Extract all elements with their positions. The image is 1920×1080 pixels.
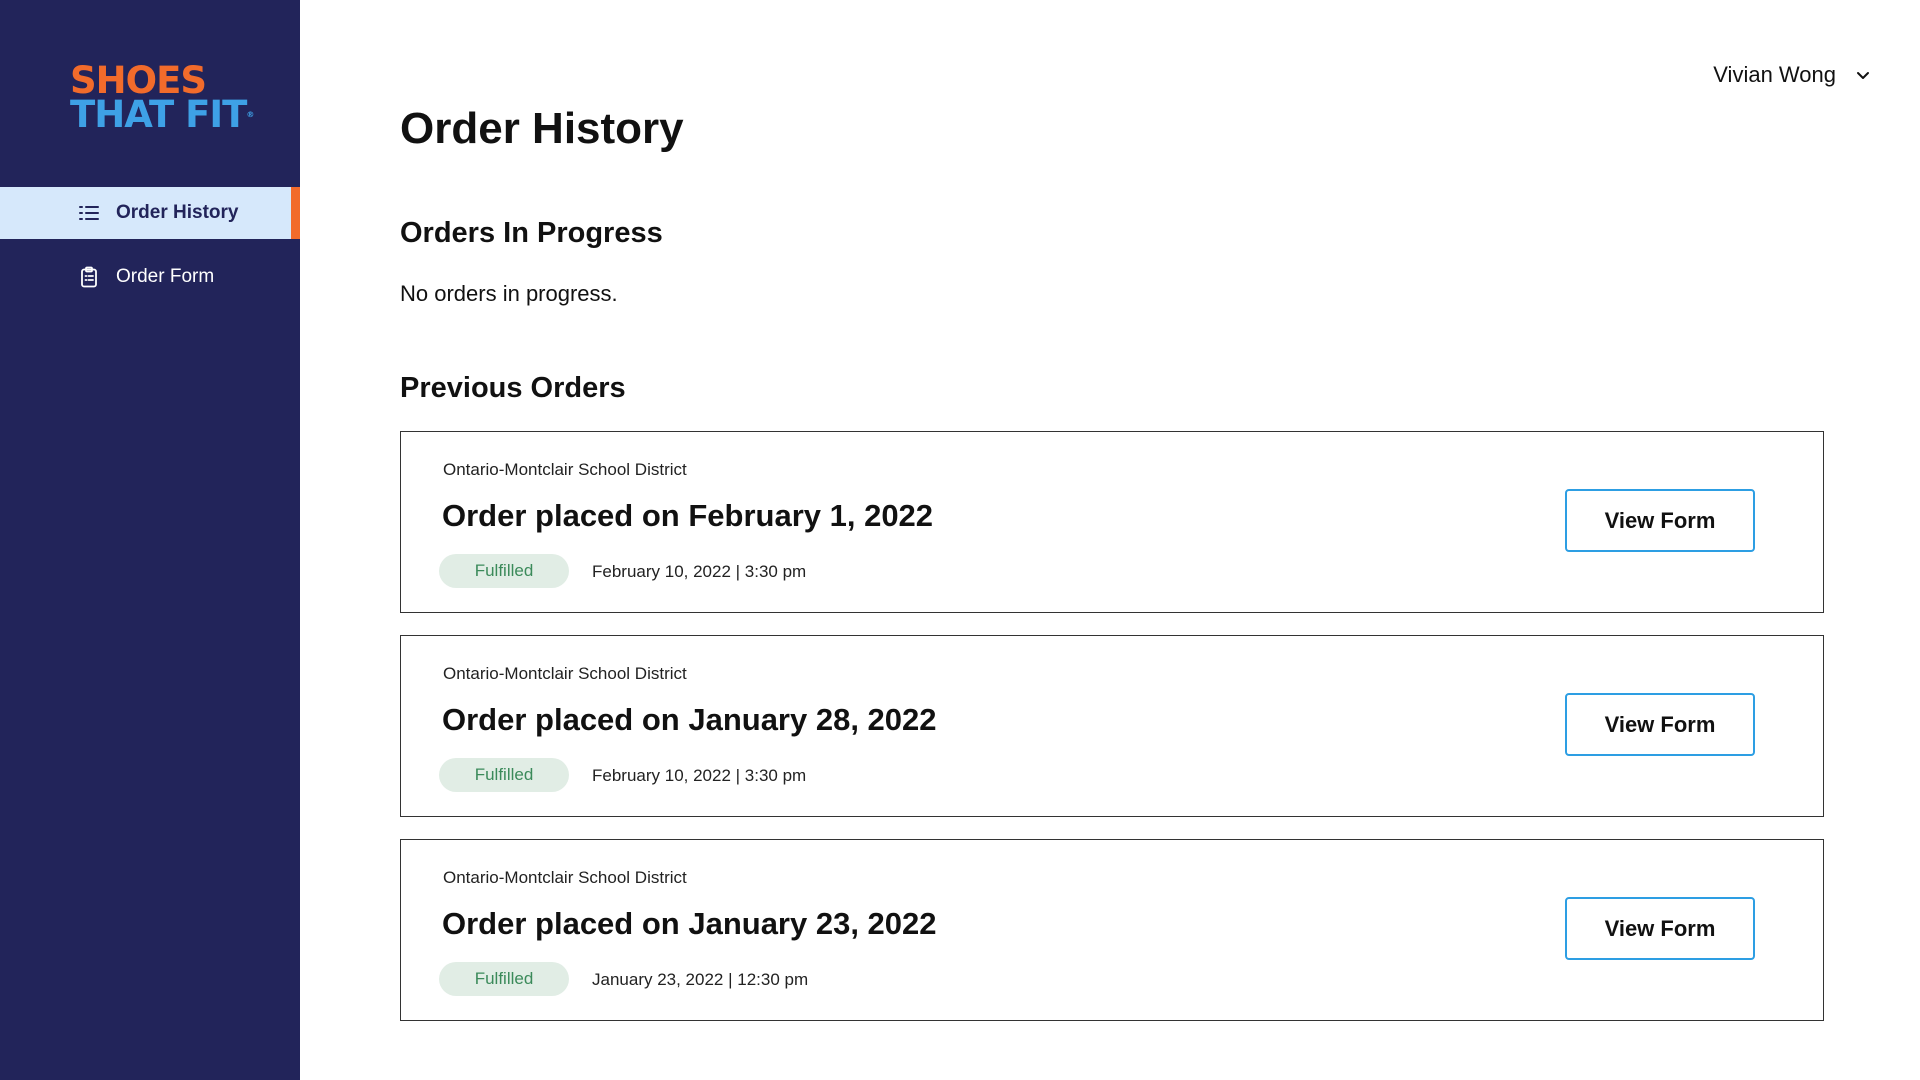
status-badge: Fulfilled: [439, 554, 569, 588]
list-icon: [78, 202, 100, 224]
sidebar-item-label: Order History: [116, 202, 239, 223]
order-title: Order placed on January 28, 2022: [442, 702, 937, 737]
shoes-that-fit-logo[interactable]: SHOES THAT FIT®: [70, 62, 254, 136]
view-form-button[interactable]: View Form: [1565, 489, 1755, 552]
view-form-button[interactable]: View Form: [1565, 897, 1755, 960]
logo-line-2: THAT FIT®: [70, 93, 254, 136]
order-date: January 23, 2022 | 12:30 pm: [592, 970, 809, 989]
empty-state-text: No orders in progress.: [400, 281, 618, 306]
user-name: Vivian Wong: [1713, 62, 1836, 87]
order-card: Ontario-Montclair School District Order …: [400, 635, 1824, 817]
status-badge: Fulfilled: [439, 962, 569, 996]
sidebar-nav: Order History Order Form: [0, 187, 300, 303]
clipboard-icon: [78, 266, 100, 288]
order-date: February 10, 2022 | 3:30 pm: [592, 766, 807, 785]
chevron-down-icon: [1854, 66, 1872, 84]
order-title: Order placed on February 1, 2022: [442, 498, 934, 533]
user-menu[interactable]: Vivian Wong: [1713, 62, 1872, 88]
previous-orders-heading: Previous Orders: [400, 372, 626, 404]
sidebar-item-label: Order Form: [116, 266, 215, 287]
sidebar-item-order-form[interactable]: Order Form: [0, 251, 300, 303]
order-district: Ontario-Montclair School District: [443, 460, 687, 479]
page-title: Order History: [400, 104, 684, 153]
view-form-button[interactable]: View Form: [1565, 693, 1755, 756]
orders-in-progress-heading: Orders In Progress: [400, 217, 663, 249]
order-title: Order placed on January 23, 2022: [442, 906, 937, 941]
sidebar: SHOES THAT FIT® Order History Order Form: [0, 0, 300, 1080]
sidebar-item-order-history[interactable]: Order History: [0, 187, 300, 239]
registered-mark: ®: [246, 110, 254, 119]
previous-orders-list: Ontario-Montclair School District Order …: [400, 431, 1824, 1043]
status-badge: Fulfilled: [439, 758, 569, 792]
order-district: Ontario-Montclair School District: [443, 868, 687, 887]
order-card: Ontario-Montclair School District Order …: [400, 839, 1824, 1021]
order-card: Ontario-Montclair School District Order …: [400, 431, 1824, 613]
order-date: February 10, 2022 | 3:30 pm: [592, 562, 807, 581]
order-district: Ontario-Montclair School District: [443, 664, 687, 683]
